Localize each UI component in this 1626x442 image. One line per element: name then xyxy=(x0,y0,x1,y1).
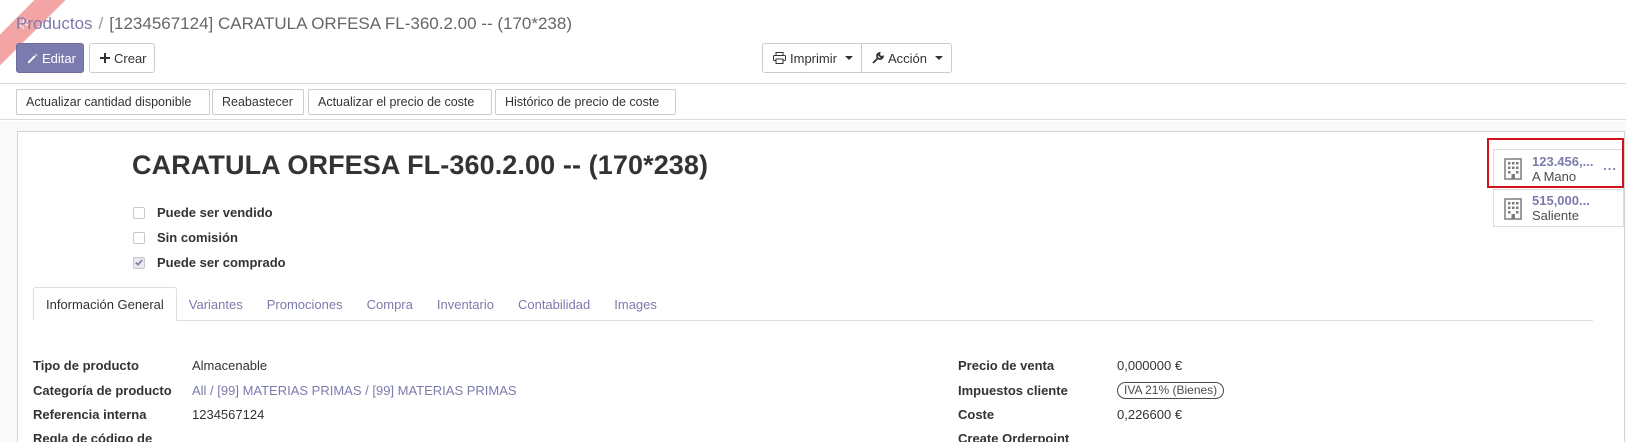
highlight-box xyxy=(1487,138,1624,188)
checkbox-can-be-purchased[interactable]: Puede ser comprado xyxy=(133,255,286,270)
chevron-down-icon xyxy=(844,56,853,60)
wrench-icon xyxy=(872,52,884,64)
outgoing-label: Saliente xyxy=(1532,208,1579,223)
internal-reference-label: Referencia interna xyxy=(33,407,147,422)
sale-price-label: Precio de venta xyxy=(958,358,1055,373)
action-dropdown[interactable]: Acción xyxy=(862,43,952,73)
tab-promotions[interactable]: Promociones xyxy=(255,287,355,321)
checkbox-can-be-sold[interactable]: Puede ser vendido xyxy=(133,205,273,220)
product-name: CARATULA ORFESA FL-360.2.00 -- (170*238) xyxy=(132,150,709,180)
sidebar-actions: Imprimir Acción xyxy=(762,43,952,73)
cost-label: Coste xyxy=(958,407,995,422)
outgoing-button[interactable]: 515,000... Saliente xyxy=(1494,189,1625,227)
update-cost-button[interactable]: Actualizar el precio de coste xyxy=(308,89,492,115)
create-orderpoint-label: Create Orderpoint xyxy=(958,431,1070,442)
product-category-link[interactable]: All / [99] MATERIAS PRIMAS / [99] MATERI… xyxy=(192,383,517,398)
checkbox-label: Sin comisión xyxy=(157,230,238,245)
action-label: Acción xyxy=(888,50,928,66)
tab-images[interactable]: Images xyxy=(602,287,669,321)
pencil-icon xyxy=(27,53,38,64)
customer-taxes-label: Impuestos cliente xyxy=(958,383,1068,398)
internal-reference-value[interactable]: 1234567124 xyxy=(192,407,264,422)
printer-icon xyxy=(773,52,786,64)
notebook-tabs: Información General Variantes Promocione… xyxy=(33,287,669,321)
tab-general-info[interactable]: Información General xyxy=(33,287,177,321)
breadcrumb-current: [1234567124] CARATULA ORFESA FL-360.2.00… xyxy=(109,14,572,33)
product-type-label: Tipo de producto xyxy=(33,358,139,373)
form-header: Actualizar cantidad disponible Reabastec… xyxy=(0,84,1626,120)
product-type-value[interactable]: Almacenable xyxy=(192,358,267,373)
tab-variants[interactable]: Variantes xyxy=(177,287,255,321)
create-button-label: Crear xyxy=(114,50,147,66)
cost-history-button[interactable]: Histórico de precio de coste xyxy=(495,89,676,115)
product-category-label: Categoría de producto xyxy=(33,383,172,398)
print-label: Imprimir xyxy=(790,50,837,66)
checkbox-no-commission[interactable]: Sin comisión xyxy=(133,230,238,245)
checkbox-label: Puede ser comprado xyxy=(157,255,286,270)
cost-value[interactable]: 0,226600 € xyxy=(1117,407,1182,422)
plus-icon xyxy=(100,53,110,63)
checkbox-label: Puede ser vendido xyxy=(157,205,273,220)
barcode-rule-label: Regla de código de xyxy=(33,431,153,442)
tab-purchase[interactable]: Compra xyxy=(355,287,425,321)
replenish-button[interactable]: Reabastecer xyxy=(212,89,304,115)
edit-button[interactable]: Editar xyxy=(16,43,84,73)
breadcrumb-parent-link[interactable]: Productos xyxy=(16,14,93,33)
control-panel: TE Productos / [1234567124] CARATULA ORFES… xyxy=(0,0,1626,84)
customer-taxes-value[interactable]: IVA 21% (Bienes) xyxy=(1117,382,1225,399)
checkbox-icon[interactable] xyxy=(133,231,145,244)
print-dropdown[interactable]: Imprimir xyxy=(762,43,862,73)
create-button[interactable]: Crear xyxy=(89,43,155,73)
edit-button-label: Editar xyxy=(42,50,76,66)
breadcrumb: Productos / [1234567124] CARATULA ORFESA F… xyxy=(16,14,572,34)
checkbox-checked-icon[interactable] xyxy=(133,256,145,269)
building-icon xyxy=(1504,197,1522,220)
outgoing-value: 515,000... xyxy=(1532,193,1590,208)
checkbox-icon[interactable] xyxy=(133,206,145,219)
tab-accounting[interactable]: Contabilidad xyxy=(506,287,602,321)
update-quantity-button[interactable]: Actualizar cantidad disponible xyxy=(16,89,210,115)
chevron-down-icon xyxy=(935,56,944,60)
breadcrumb-separator: / xyxy=(98,14,104,33)
tax-tag[interactable]: IVA 21% (Bienes) xyxy=(1117,382,1225,399)
sale-price-value[interactable]: 0,000000 € xyxy=(1117,358,1182,373)
tab-inventory[interactable]: Inventario xyxy=(425,287,506,321)
